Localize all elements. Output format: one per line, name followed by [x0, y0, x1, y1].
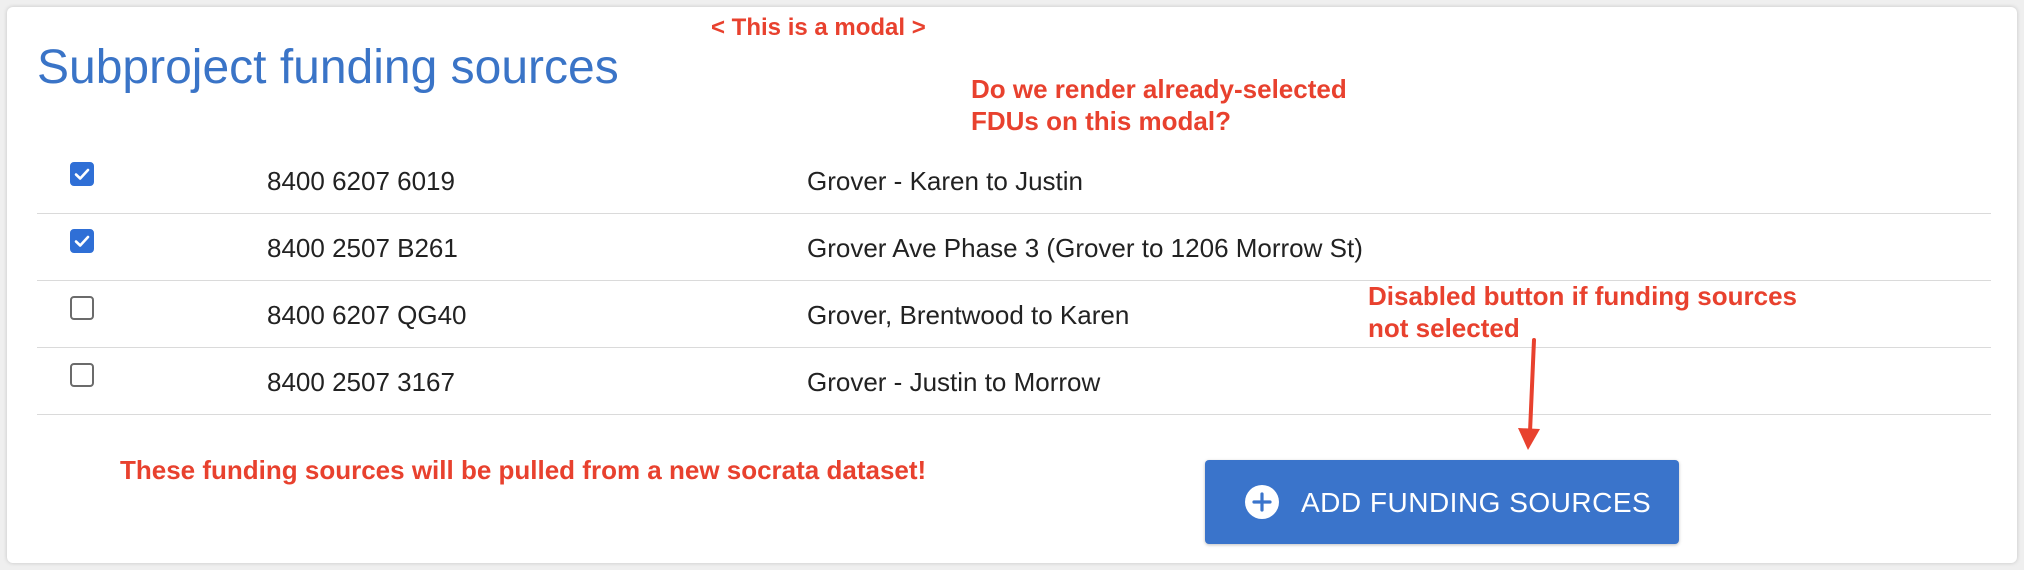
fdu-number: 8400 2507 3167 [267, 367, 455, 397]
fdu-number: 8400 2507 B261 [267, 233, 458, 263]
row-checkbox[interactable] [70, 296, 94, 320]
fdu-description: Grover - Justin to Morrow [807, 367, 1101, 397]
add-button-label: ADD FUNDING SOURCES [1301, 487, 1652, 518]
fdu-description: Grover Ave Phase 3 (Grover to 1206 Morro… [807, 233, 1363, 263]
annotation-arrow-icon [1518, 338, 1540, 450]
fdu-number: 8400 6207 QG40 [267, 300, 467, 330]
table-row[interactable]: 8400 2507 3167 Grover - Justin to Morrow [37, 348, 1991, 415]
annotation-line: Do we render already-selected [971, 74, 1347, 104]
row-checkbox[interactable] [70, 162, 94, 186]
annotation-socrata-note: These funding sources will be pulled fro… [120, 455, 927, 485]
add-funding-sources-button[interactable]: ADD FUNDING SOURCES [1205, 460, 1679, 544]
annotation-line: not selected [1368, 313, 1520, 343]
checkmark-icon [74, 235, 90, 247]
fdu-description: Grover, Brentwood to Karen [807, 300, 1130, 330]
plus-circle-icon [1245, 485, 1279, 519]
annotation-line: Disabled button if funding sources [1368, 281, 1797, 311]
modal-title: Subproject funding sources [37, 41, 619, 94]
annotation-modal-note: < This is a modal > [711, 14, 926, 41]
table-row[interactable]: 8400 6207 6019 Grover - Karen to Justin [37, 147, 1991, 214]
annotation-render-question: Do we render already-selected FDUs on th… [971, 73, 1411, 137]
row-checkbox[interactable] [70, 229, 94, 253]
fdu-number: 8400 6207 6019 [267, 166, 455, 196]
table-row[interactable]: 8400 2507 B261 Grover Ave Phase 3 (Grove… [37, 214, 1991, 281]
annotation-line: FDUs on this modal? [971, 106, 1231, 136]
fdu-description: Grover - Karen to Justin [807, 166, 1083, 196]
checkmark-icon [74, 168, 90, 180]
row-checkbox[interactable] [70, 363, 94, 387]
annotation-disabled-note: Disabled button if funding sources not s… [1368, 280, 1888, 344]
